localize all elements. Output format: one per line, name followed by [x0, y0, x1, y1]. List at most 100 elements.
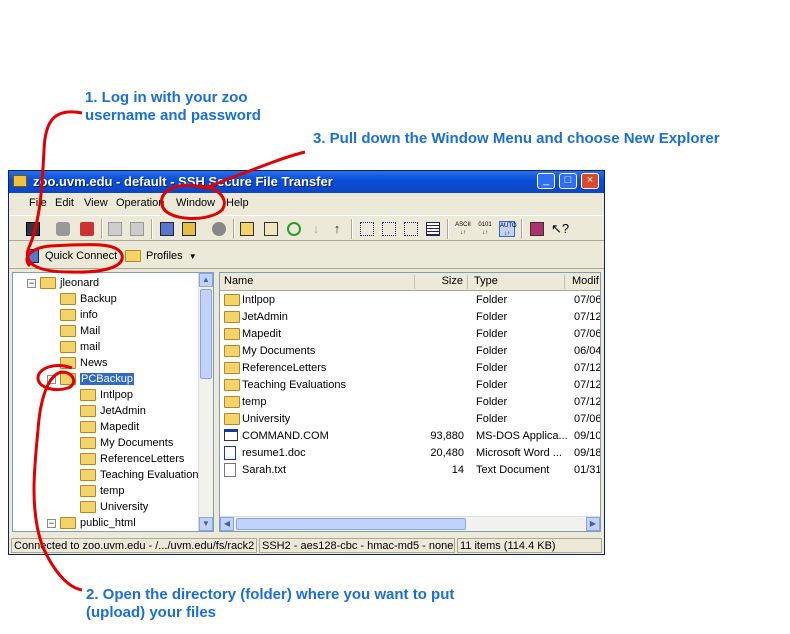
tree-item[interactable]: University: [67, 499, 148, 515]
file-name: My Documents: [242, 345, 316, 357]
list-scroll-thumb[interactable]: [236, 518, 466, 530]
file-modified: 06/04: [574, 345, 601, 357]
gear-icon[interactable]: [211, 221, 227, 237]
file-row[interactable]: temp Folder 07/12: [220, 394, 600, 411]
menu-help[interactable]: Help: [226, 197, 249, 209]
file-row[interactable]: JetAdmin Folder 07/12: [220, 309, 600, 326]
remote-file-list[interactable]: Name Size Type Modif Intlpop Folder 07/06 J…: [219, 272, 601, 532]
tree-item[interactable]: News: [47, 355, 108, 371]
folder-icon: [224, 413, 240, 425]
file-type: Folder: [476, 362, 508, 374]
large-icons-view-icon[interactable]: [359, 221, 375, 237]
folder-icon: [60, 517, 76, 530]
tree-item[interactable]: mail: [47, 339, 100, 355]
file-row[interactable]: Teaching Evaluations Folder 07/12: [220, 377, 600, 394]
tree-item-label: University: [100, 501, 149, 513]
tree-item[interactable]: − PCBackup: [47, 371, 134, 387]
file-row[interactable]: COMMAND.COM 93,880 MS-DOS Applica... 09/10: [220, 428, 600, 445]
file-row[interactable]: My Documents Folder 06/04: [220, 343, 600, 360]
tree-item-label: News: [80, 357, 108, 369]
minimize-button[interactable]: _: [537, 173, 555, 189]
file-row[interactable]: University Folder 07/06: [220, 411, 600, 428]
refresh-icon[interactable]: [286, 221, 302, 237]
list-scroll-left-button[interactable]: ◀: [220, 517, 234, 531]
tree-item[interactable]: Intlpop: [67, 387, 133, 403]
list-view-icon[interactable]: [403, 221, 419, 237]
tree-scroll-down-button[interactable]: ▼: [199, 517, 213, 531]
menu-window[interactable]: Window: [176, 197, 215, 209]
upload-arrow-icon[interactable]: ↑: [329, 221, 345, 237]
file-row[interactable]: ReferenceLetters Folder 07/12: [220, 360, 600, 377]
column-name[interactable]: Name: [224, 275, 415, 289]
tree-item[interactable]: My Documents: [67, 435, 173, 451]
folder-icon: [80, 389, 96, 402]
up-folder-icon[interactable]: [239, 221, 255, 237]
binary-mode-icon[interactable]: 0101 ↓↑: [477, 221, 493, 237]
auto-mode-icon[interactable]: AUTO ↓↑: [499, 221, 517, 237]
menu-edit[interactable]: Edit: [55, 197, 74, 209]
file-modified: 09/18: [574, 447, 601, 459]
status-cipher: SSH2 - aes128-cbc - hmac-md5 - none: [259, 538, 455, 553]
settings-icon[interactable]: [79, 221, 95, 237]
tree-item[interactable]: − jleonard: [27, 275, 99, 291]
remote-folder-tree[interactable]: − jleonard Backup info Mail mail News − PCBackup…: [12, 272, 214, 532]
details-view-icon[interactable]: [425, 221, 441, 237]
maximize-button[interactable]: □: [559, 173, 577, 189]
tree-item[interactable]: info: [47, 307, 98, 323]
tree-item[interactable]: temp: [67, 483, 124, 499]
help-book-icon[interactable]: [529, 221, 545, 237]
title-bar[interactable]: zoo.uvm.edu - default - SSH Secure File …: [9, 171, 604, 193]
ascii-mode-icon[interactable]: ASCII ↓↑: [455, 221, 471, 237]
file-list-header: Name Size Type Modif: [220, 273, 600, 291]
list-horizontal-scrollbar[interactable]: ◀ ▶: [220, 516, 600, 531]
file-size: 93,880: [430, 430, 464, 442]
folder-icon: [80, 501, 96, 514]
paste-icon[interactable]: [129, 221, 145, 237]
tree-item-label: ReferenceLetters: [100, 453, 185, 465]
small-icons-view-icon[interactable]: [381, 221, 397, 237]
file-modified: 09/10: [574, 430, 601, 442]
column-modified[interactable]: Modif: [572, 275, 600, 289]
collapse-toggle-icon[interactable]: −: [27, 278, 36, 288]
folder-icon: [80, 453, 96, 466]
context-help-icon[interactable]: ↖?: [551, 221, 569, 237]
folder-icon: [224, 379, 240, 391]
new-file-transfer-icon[interactable]: [181, 221, 197, 237]
sftp-window: zoo.uvm.edu - default - SSH Secure File …: [8, 170, 605, 555]
disconnect-icon[interactable]: [55, 221, 71, 237]
status-items: 11 items (114.4 KB): [457, 538, 602, 553]
file-modified: 07/06: [574, 328, 601, 340]
save-icon[interactable]: [25, 221, 41, 237]
tree-item[interactable]: JetAdmin: [67, 403, 146, 419]
file-row[interactable]: Intlpop Folder 07/06: [220, 292, 600, 309]
column-type[interactable]: Type: [474, 275, 565, 289]
file-row[interactable]: resume1.doc 20,480 Microsoft Word ... 09/18: [220, 445, 600, 462]
tree-item[interactable]: Mail: [47, 323, 100, 339]
menu-file[interactable]: File: [29, 197, 47, 209]
tree-item[interactable]: Mapedit: [67, 419, 139, 435]
tree-item[interactable]: Backup: [47, 291, 117, 307]
collapse-toggle-icon[interactable]: −: [47, 374, 56, 384]
home-icon[interactable]: [263, 221, 279, 237]
tree-vertical-scrollbar[interactable]: ▲ ▼: [198, 273, 213, 531]
copy-icon[interactable]: [107, 221, 123, 237]
tree-scroll-up-button[interactable]: ▲: [199, 273, 213, 287]
profiles-label: Profiles: [146, 250, 183, 262]
quick-connect-button[interactable]: Quick Connect: [27, 247, 117, 265]
file-name: temp: [242, 396, 267, 408]
file-row[interactable]: Sarah.txt 14 Text Document 01/31: [220, 462, 600, 479]
list-scroll-right-button[interactable]: ▶: [586, 517, 600, 531]
new-terminal-icon[interactable]: [159, 221, 175, 237]
tree-item[interactable]: ReferenceLetters: [67, 451, 184, 467]
file-row[interactable]: Mapedit Folder 07/06: [220, 326, 600, 343]
download-arrow-icon[interactable]: ↓: [308, 221, 324, 237]
collapse-toggle-icon[interactable]: −: [47, 518, 56, 528]
tree-item[interactable]: Teaching Evaluations: [67, 467, 204, 483]
tree-item[interactable]: − public_html: [47, 515, 136, 531]
tree-scroll-thumb[interactable]: [200, 289, 212, 379]
column-size[interactable]: Size: [418, 275, 468, 289]
menu-operation[interactable]: Operation: [116, 197, 164, 209]
close-button[interactable]: ×: [581, 173, 599, 189]
profiles-button[interactable]: Profiles ▼: [125, 247, 197, 265]
menu-view[interactable]: View: [84, 197, 108, 209]
